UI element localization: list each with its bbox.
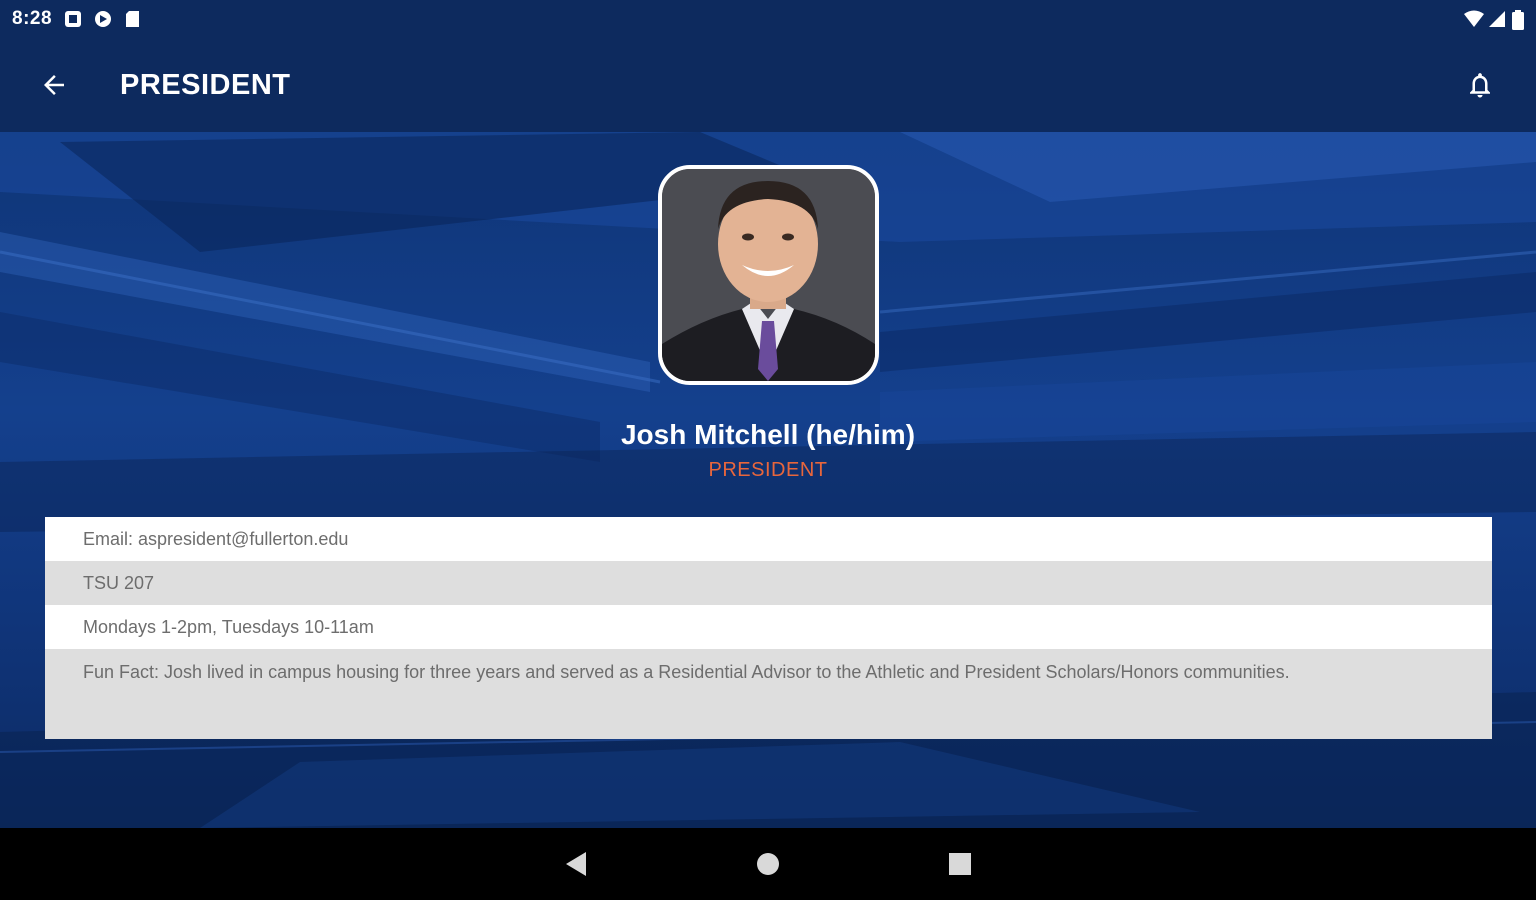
person-name: Josh Mitchell (he/him)	[620, 419, 916, 450]
status-time: 8:28	[12, 8, 53, 29]
avatar	[658, 165, 879, 385]
nav-recents-button[interactable]	[936, 840, 984, 888]
cell-signal-icon	[1488, 10, 1506, 28]
battery-icon	[1512, 10, 1524, 30]
room-text: TSU 207	[83, 572, 155, 593]
fun-fact-text: Fun Fact: Josh lived in campus housing f…	[83, 662, 1290, 682]
media-icon	[94, 10, 112, 28]
room-row: TSU 207	[45, 561, 1492, 605]
notifications-button[interactable]	[1450, 55, 1510, 115]
portrait-photo	[662, 169, 875, 381]
back-button[interactable]	[24, 55, 84, 115]
person-role: PRESIDENT	[708, 459, 828, 481]
page-title: PRESIDENT	[120, 68, 291, 101]
hours-row: Mondays 1-2pm, Tuesdays 10-11am	[45, 605, 1492, 649]
email-text: Email: aspresident@fullerton.edu	[83, 528, 349, 549]
bell-icon	[1470, 73, 1490, 98]
triangle-back-icon	[566, 852, 586, 876]
square-recents-icon	[949, 853, 971, 875]
wifi-icon	[1464, 10, 1484, 28]
hours-text: Mondays 1-2pm, Tuesdays 10-11am	[83, 616, 374, 637]
status-right	[1464, 10, 1524, 30]
status-left: 8:28	[12, 8, 142, 30]
main-content: Josh Mitchell (he/him) PRESIDENT Email: …	[0, 132, 1536, 828]
fun-fact-row: Fun Fact: Josh lived in campus housing f…	[45, 649, 1492, 739]
circle-home-icon	[757, 853, 779, 875]
email-row[interactable]: Email: aspresident@fullerton.edu	[45, 517, 1492, 561]
app-bar: PRESIDENT	[0, 38, 1536, 132]
notification-square-icon	[64, 10, 82, 28]
status-bar: 8:28	[0, 0, 1536, 38]
system-nav-bar	[0, 828, 1536, 900]
info-card: Email: aspresident@fullerton.edu TSU 207…	[45, 517, 1492, 739]
nav-home-button[interactable]	[744, 840, 792, 888]
nav-back-button[interactable]	[552, 840, 600, 888]
arrow-left-icon	[44, 75, 64, 95]
sd-card-icon	[124, 10, 142, 28]
